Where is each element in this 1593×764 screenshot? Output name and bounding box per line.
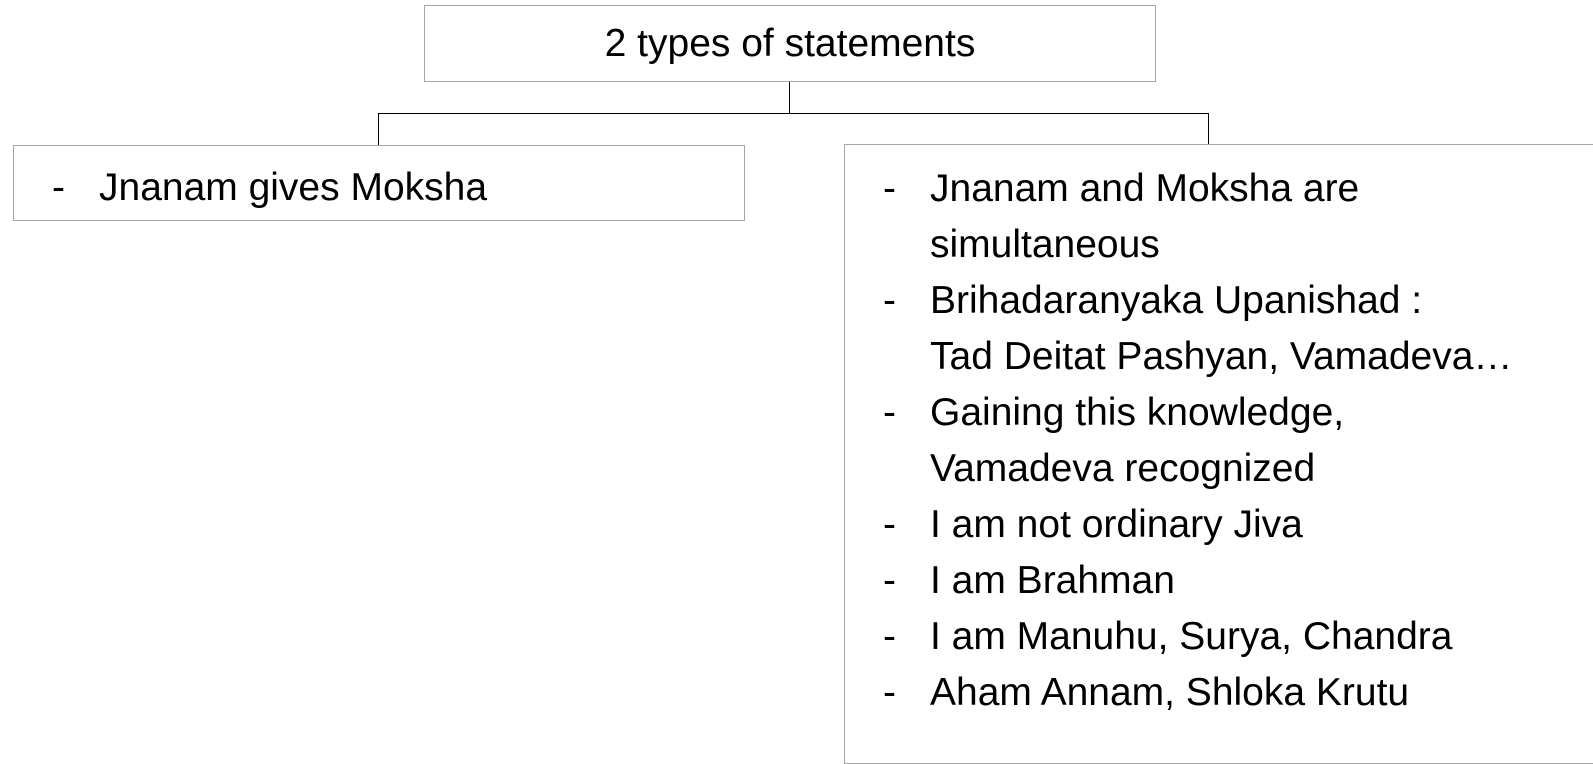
list-item-text-continued: Vamadeva recognized (930, 447, 1316, 490)
connector-left-drop (378, 113, 379, 146)
list-item: - Jnanam gives Moksha (52, 160, 744, 216)
list-item-text: Brihadaranyaka Upanishad : (930, 279, 1423, 322)
dash-bullet: - (883, 391, 896, 434)
dash-bullet: - (52, 166, 65, 209)
left-branch-list: - Jnanam gives Moksha (52, 160, 744, 216)
list-item: - I am Manuhu, Surya, Chandra (883, 609, 1593, 665)
dash-bullet: - (883, 559, 896, 602)
list-item-text-continued: Tad Deitat Pashyan, Vamadeva… (930, 335, 1513, 378)
connector-root-stem (789, 82, 790, 114)
list-item-text: Gaining this knowledge, (930, 391, 1345, 434)
list-item-text-continued: simultaneous (930, 223, 1160, 266)
root-node-label: 2 types of statements (604, 21, 976, 65)
list-item: - Brihadaranyaka Upanishad : Tad Deitat … (883, 273, 1593, 385)
dash-bullet: - (883, 503, 896, 546)
root-node: 2 types of statements (424, 5, 1156, 82)
list-item: - I am not ordinary Jiva (883, 497, 1593, 553)
list-item-text: Jnanam gives Moksha (99, 166, 488, 209)
list-item-text: I am not ordinary Jiva (930, 503, 1303, 546)
dash-bullet: - (883, 167, 896, 210)
dash-bullet: - (883, 671, 896, 714)
list-item-text: I am Brahman (930, 559, 1175, 602)
dash-bullet: - (883, 615, 896, 658)
right-branch-node: - Jnanam and Moksha are simultaneous - B… (844, 144, 1593, 764)
list-item-text: Jnanam and Moksha are (930, 167, 1360, 210)
dash-bullet: - (883, 279, 896, 322)
list-item: - Jnanam and Moksha are simultaneous (883, 161, 1593, 273)
list-item: - Gaining this knowledge, Vamadeva recog… (883, 385, 1593, 497)
list-item: - I am Brahman (883, 553, 1593, 609)
connector-right-drop (1208, 113, 1209, 145)
list-item-text: I am Manuhu, Surya, Chandra (930, 615, 1453, 658)
list-item-text: Aham Annam, Shloka Krutu (930, 671, 1410, 714)
right-branch-list: - Jnanam and Moksha are simultaneous - B… (883, 161, 1593, 721)
list-item: - Aham Annam, Shloka Krutu (883, 665, 1593, 721)
left-branch-node: - Jnanam gives Moksha (13, 145, 745, 221)
connector-horizontal-bar (378, 113, 1209, 114)
